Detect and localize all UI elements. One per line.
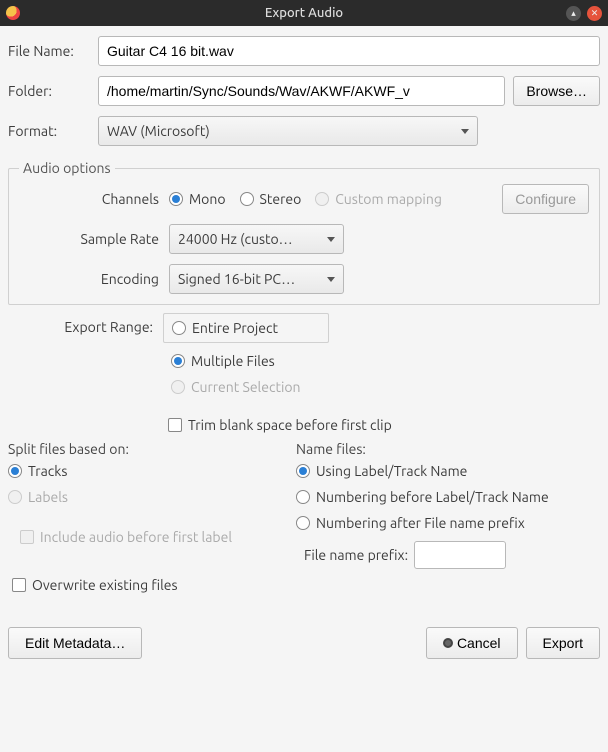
chevron-down-icon — [327, 277, 335, 282]
entire-project-label: Entire Project — [192, 320, 278, 336]
sample-rate-label: Sample Rate — [19, 231, 169, 247]
close-button[interactable]: ✕ — [587, 6, 602, 21]
format-value: WAV (Microsoft) — [107, 123, 453, 139]
edit-metadata-button[interactable]: Edit Metadata… — [8, 627, 142, 659]
radio-icon — [169, 192, 183, 206]
folder-label: Folder: — [8, 83, 98, 99]
export-range-label: Export Range: — [8, 313, 163, 405]
name-files-header: Name files: — [296, 441, 600, 457]
name-using-label[interactable]: Using Label/Track Name — [296, 463, 600, 479]
channels-custom-label: Custom mapping — [335, 191, 442, 207]
radio-icon — [296, 490, 310, 504]
radio-icon — [296, 516, 310, 530]
labels-option-label: Labels — [28, 489, 68, 505]
channels-mono[interactable]: Mono — [169, 191, 226, 207]
checkbox-icon — [12, 578, 26, 592]
sample-rate-value: 24000 Hz (custo… — [178, 231, 319, 247]
configure-button[interactable]: Configure — [502, 184, 589, 214]
radio-icon — [8, 490, 22, 504]
channels-stereo[interactable]: Stereo — [240, 191, 302, 207]
include-audio-check: Include audio before first label — [20, 529, 288, 545]
checkbox-icon — [20, 530, 34, 544]
channels-stereo-label: Stereo — [260, 191, 302, 207]
minimize-button[interactable]: ▴ — [566, 6, 581, 21]
file-name-input[interactable] — [98, 36, 600, 66]
radio-icon — [240, 192, 254, 206]
radio-icon — [315, 192, 329, 206]
current-selection-label: Current Selection — [191, 379, 301, 395]
name-num-after[interactable]: Numbering after File name prefix — [296, 515, 600, 531]
export-range-entire[interactable]: Entire Project — [163, 313, 329, 343]
cancel-icon — [443, 638, 453, 648]
channels-mono-label: Mono — [189, 191, 226, 207]
encoding-combo[interactable]: Signed 16-bit PC… — [169, 264, 344, 294]
audio-options-group: Audio options Channels Mono Stereo Custo… — [8, 160, 600, 305]
encoding-value: Signed 16-bit PC… — [178, 271, 319, 287]
include-audio-label: Include audio before first label — [40, 529, 232, 545]
num-before-label: Numbering before Label/Track Name — [316, 489, 549, 505]
cancel-label: Cancel — [457, 635, 501, 651]
trim-checkbox-row[interactable]: Trim blank space before first clip — [168, 417, 600, 433]
checkbox-icon — [168, 418, 182, 432]
radio-icon — [171, 380, 185, 394]
export-button[interactable]: Export — [526, 627, 600, 659]
using-label-text: Using Label/Track Name — [316, 463, 467, 479]
browse-button[interactable]: Browse… — [513, 76, 600, 106]
multiple-files-label: Multiple Files — [191, 353, 275, 369]
radio-icon — [296, 464, 310, 478]
prefix-label: File name prefix: — [304, 547, 408, 563]
cancel-button[interactable]: Cancel — [426, 627, 518, 659]
prefix-input[interactable] — [414, 541, 506, 569]
window-title: Export Audio — [0, 6, 608, 20]
chevron-down-icon — [327, 237, 335, 242]
split-header: Split files based on: — [8, 441, 288, 457]
export-range-current: Current Selection — [171, 379, 329, 395]
tracks-label: Tracks — [28, 463, 67, 479]
file-name-label: File Name: — [8, 43, 98, 59]
chevron-down-icon — [461, 129, 469, 134]
sample-rate-combo[interactable]: 24000 Hz (custo… — [169, 224, 344, 254]
split-labels: Labels — [8, 489, 288, 505]
num-after-label: Numbering after File name prefix — [316, 515, 525, 531]
channels-custom: Custom mapping — [315, 191, 442, 207]
trim-label: Trim blank space before first clip — [188, 417, 392, 433]
title-bar: Export Audio ▴ ✕ — [0, 0, 608, 26]
overwrite-label: Overwrite existing files — [32, 577, 178, 593]
name-num-before[interactable]: Numbering before Label/Track Name — [296, 489, 600, 505]
radio-icon — [171, 354, 185, 368]
overwrite-check-row[interactable]: Overwrite existing files — [12, 577, 600, 593]
encoding-label: Encoding — [19, 271, 169, 287]
app-icon — [6, 6, 20, 20]
export-range-multiple[interactable]: Multiple Files — [171, 353, 329, 369]
dialog-body: File Name: Folder: Browse… Format: WAV (… — [0, 26, 608, 667]
channels-label: Channels — [19, 191, 169, 207]
radio-icon — [172, 321, 186, 335]
radio-icon — [8, 464, 22, 478]
split-tracks[interactable]: Tracks — [8, 463, 288, 479]
folder-input[interactable] — [98, 76, 505, 106]
format-label: Format: — [8, 123, 98, 139]
format-combo[interactable]: WAV (Microsoft) — [98, 116, 478, 146]
audio-options-legend: Audio options — [19, 160, 115, 176]
